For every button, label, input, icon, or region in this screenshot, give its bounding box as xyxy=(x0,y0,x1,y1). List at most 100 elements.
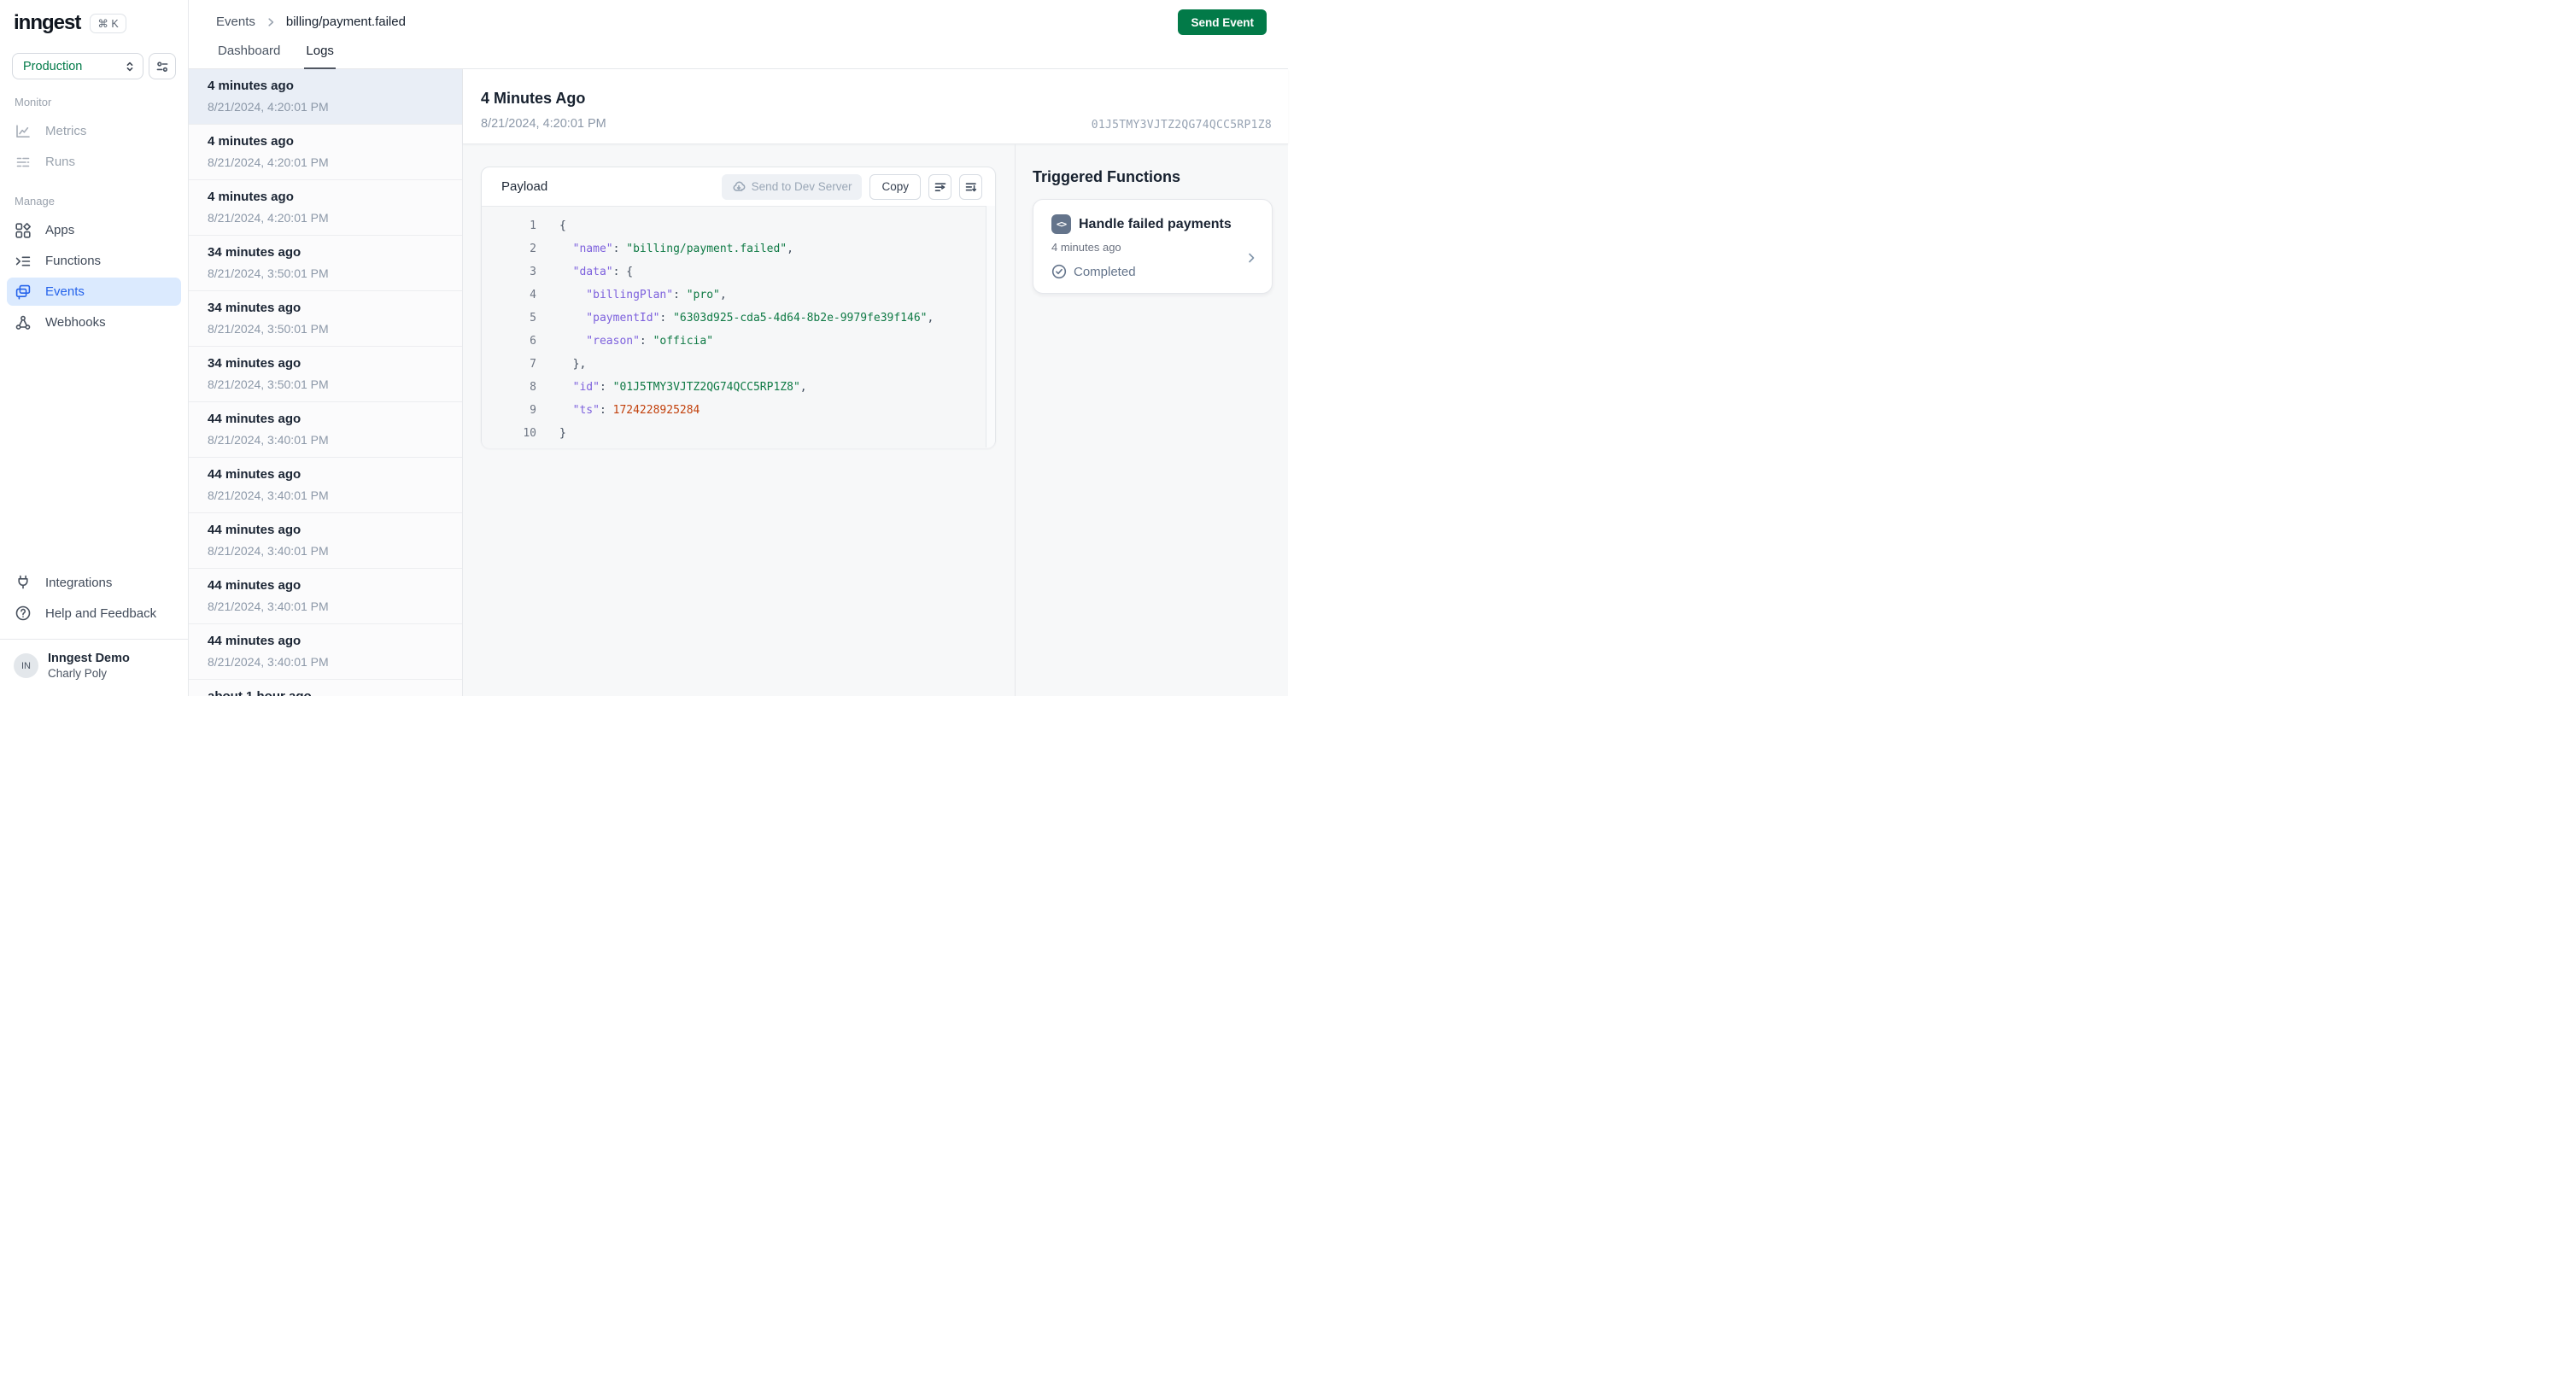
log-timestamp: 8/21/2024, 4:20:01 PM xyxy=(208,100,329,114)
event-detail-header: 4 Minutes Ago 8/21/2024, 4:20:01 PM 01J5… xyxy=(463,69,1288,144)
environment-selector[interactable]: Production xyxy=(12,53,143,79)
code-line: 5 "paymentId": "6303d925-cda5-4d64-8b2e-… xyxy=(530,312,934,325)
log-relative-time: 44 minutes ago xyxy=(208,523,302,537)
log-timestamp: 8/21/2024, 3:50:01 PM xyxy=(208,266,329,280)
functions-icon xyxy=(15,253,32,270)
code-scrollbar[interactable] xyxy=(986,206,995,447)
send-to-dev-server-button[interactable]: Send to Dev Server xyxy=(721,173,863,200)
check-circle-icon xyxy=(1051,264,1067,279)
payload-code: 1{2 "name": "billing/payment.failed", 3 "… xyxy=(482,207,995,448)
sidebar-item-apps[interactable]: Apps xyxy=(7,216,181,244)
environment-value: Production xyxy=(23,59,83,73)
function-run-time: 4 minutes ago xyxy=(1051,241,1121,254)
log-relative-time: 34 minutes ago xyxy=(208,245,302,260)
topbar: Events billing/payment.failed Dashboard … xyxy=(189,0,1288,69)
send-event-button[interactable]: Send Event xyxy=(1178,9,1267,35)
log-list-item[interactable]: 34 minutes ago 8/21/2024, 3:50:01 PM xyxy=(189,236,462,291)
sidebar-item-metrics[interactable]: Metrics xyxy=(7,117,181,145)
tab-logs[interactable]: Logs xyxy=(304,36,336,69)
triggered-functions-title: Triggered Functions xyxy=(1033,168,1181,185)
sidebar-item-label: Functions xyxy=(45,254,102,268)
log-timestamp: 8/21/2024, 3:40:01 PM xyxy=(208,544,329,558)
event-detail: 4 Minutes Ago 8/21/2024, 4:20:01 PM 01J5… xyxy=(463,69,1288,696)
log-list-item[interactable]: 34 minutes ago 8/21/2024, 3:50:01 PM xyxy=(189,291,462,347)
plug-icon xyxy=(15,574,32,591)
log-timestamp: 8/21/2024, 3:50:01 PM xyxy=(208,322,329,336)
sidebar-item-integrations[interactable]: Integrations xyxy=(7,569,181,597)
log-list-item[interactable]: 44 minutes ago 8/21/2024, 3:40:01 PM xyxy=(189,624,462,680)
breadcrumb-current: billing/payment.failed xyxy=(285,15,406,29)
triggered-function-card[interactable]: <> Handle failed payments 4 minutes ago … xyxy=(1033,199,1273,294)
sidebar-item-functions[interactable]: Functions xyxy=(7,247,181,275)
chevron-right-icon xyxy=(265,16,277,28)
inngest-logo: inngest xyxy=(14,11,81,34)
sidebar-item-webhooks[interactable]: Webhooks xyxy=(7,308,181,336)
command-k-shortcut-badge[interactable]: ⌘ K xyxy=(90,13,126,33)
event-id: 01J5TMY3VJTZ2QG74QCC5RP1Z8 xyxy=(1091,119,1272,132)
sidebar-item-events[interactable]: Events xyxy=(7,278,181,306)
webhook-icon xyxy=(15,314,32,331)
sidebar-item-label: Webhooks xyxy=(45,315,106,330)
status-badge: Completed xyxy=(1074,264,1136,279)
word-wrap-button[interactable] xyxy=(928,173,951,200)
code-line: 6 "reason": "officia" xyxy=(530,335,714,348)
log-relative-time: 34 minutes ago xyxy=(208,301,302,315)
chevron-up-down-icon xyxy=(125,61,135,73)
payload-title: Payload xyxy=(501,179,548,194)
code-line: 3 "data": { xyxy=(530,266,634,278)
sidebar-footer: Integrations Help and Feedback IN Innges… xyxy=(0,566,188,696)
sidebar-item-label: Apps xyxy=(45,223,75,237)
monitor-section-label: Monitor xyxy=(15,96,52,108)
log-list-item[interactable]: 4 minutes ago 8/21/2024, 4:20:01 PM xyxy=(189,125,462,180)
sidebar-nav: Monitor Metrics Runs Manage Apps Functio xyxy=(0,79,188,339)
function-status: Completed xyxy=(1051,264,1256,279)
log-relative-time: 4 minutes ago xyxy=(208,134,294,149)
sidebar-item-label: Integrations xyxy=(45,575,113,590)
breadcrumb: Events billing/payment.failed xyxy=(216,15,406,29)
log-list-item[interactable]: 44 minutes ago 8/21/2024, 3:40:01 PM xyxy=(189,569,462,624)
word-wrap-icon xyxy=(934,180,947,194)
tab-bar: Dashboard Logs xyxy=(216,36,336,69)
log-list-item[interactable]: about 1 hour ago xyxy=(189,680,462,696)
environment-settings-button[interactable] xyxy=(149,53,176,79)
event-time-title: 4 Minutes Ago xyxy=(481,90,586,107)
sidebar-item-label: Metrics xyxy=(45,124,87,138)
help-circle-icon xyxy=(15,605,32,622)
apps-grid-icon xyxy=(15,222,32,239)
log-list-item[interactable]: 34 minutes ago 8/21/2024, 3:50:01 PM xyxy=(189,347,462,402)
log-list-item[interactable]: 4 minutes ago 8/21/2024, 4:20:01 PM xyxy=(189,180,462,236)
sidebar-item-help[interactable]: Help and Feedback xyxy=(7,599,181,628)
lines-arrow-down-icon xyxy=(964,180,978,194)
code-line: 4 "billingPlan": "pro", xyxy=(530,289,727,301)
list-lines-icon xyxy=(15,154,32,171)
sidebar: inngest ⌘ K Production Monitor Metrics R… xyxy=(0,0,189,696)
log-list-item[interactable]: 44 minutes ago 8/21/2024, 3:40:01 PM xyxy=(189,458,462,513)
log-list-item[interactable]: 4 minutes ago 8/21/2024, 4:20:01 PM xyxy=(189,69,462,125)
log-relative-time: 44 minutes ago xyxy=(208,634,302,648)
sidebar-item-runs[interactable]: Runs xyxy=(7,148,181,176)
log-relative-time: 44 minutes ago xyxy=(208,467,302,482)
breadcrumb-events-link[interactable]: Events xyxy=(216,15,255,29)
code-line: 7 }, xyxy=(530,358,587,371)
log-relative-time: 44 minutes ago xyxy=(208,578,302,593)
tab-dashboard[interactable]: Dashboard xyxy=(216,36,282,69)
log-timestamp: 8/21/2024, 3:40:01 PM xyxy=(208,655,329,669)
log-relative-time: 34 minutes ago xyxy=(208,356,302,371)
log-list-item[interactable]: 44 minutes ago 8/21/2024, 3:40:01 PM xyxy=(189,513,462,569)
payload-card: Payload Send to Dev Server Copy 1 {2 "n… xyxy=(481,167,996,448)
code-line: 9 "ts": 1724228925284 xyxy=(530,404,700,417)
log-timestamp: 8/21/2024, 3:50:01 PM xyxy=(208,377,329,391)
copy-button[interactable]: Copy xyxy=(869,173,921,200)
user-profile[interactable]: IN Inngest Demo Charly Poly xyxy=(7,640,181,696)
chart-line-icon xyxy=(15,123,32,140)
function-name: Handle failed payments xyxy=(1079,216,1232,231)
user-name: Charly Poly xyxy=(48,667,108,681)
cloud-download-icon xyxy=(732,180,746,194)
log-list-item[interactable]: 44 minutes ago 8/21/2024, 3:40:01 PM xyxy=(189,402,462,458)
scroll-to-bottom-button[interactable] xyxy=(959,173,982,200)
chevron-right-icon xyxy=(1244,251,1258,265)
log-list: 4 minutes ago 8/21/2024, 4:20:01 PM 4 minu… xyxy=(189,69,463,696)
log-timestamp: 8/21/2024, 4:20:01 PM xyxy=(208,155,329,169)
log-timestamp: 8/21/2024, 4:20:01 PM xyxy=(208,211,329,225)
avatar: IN xyxy=(14,653,38,679)
